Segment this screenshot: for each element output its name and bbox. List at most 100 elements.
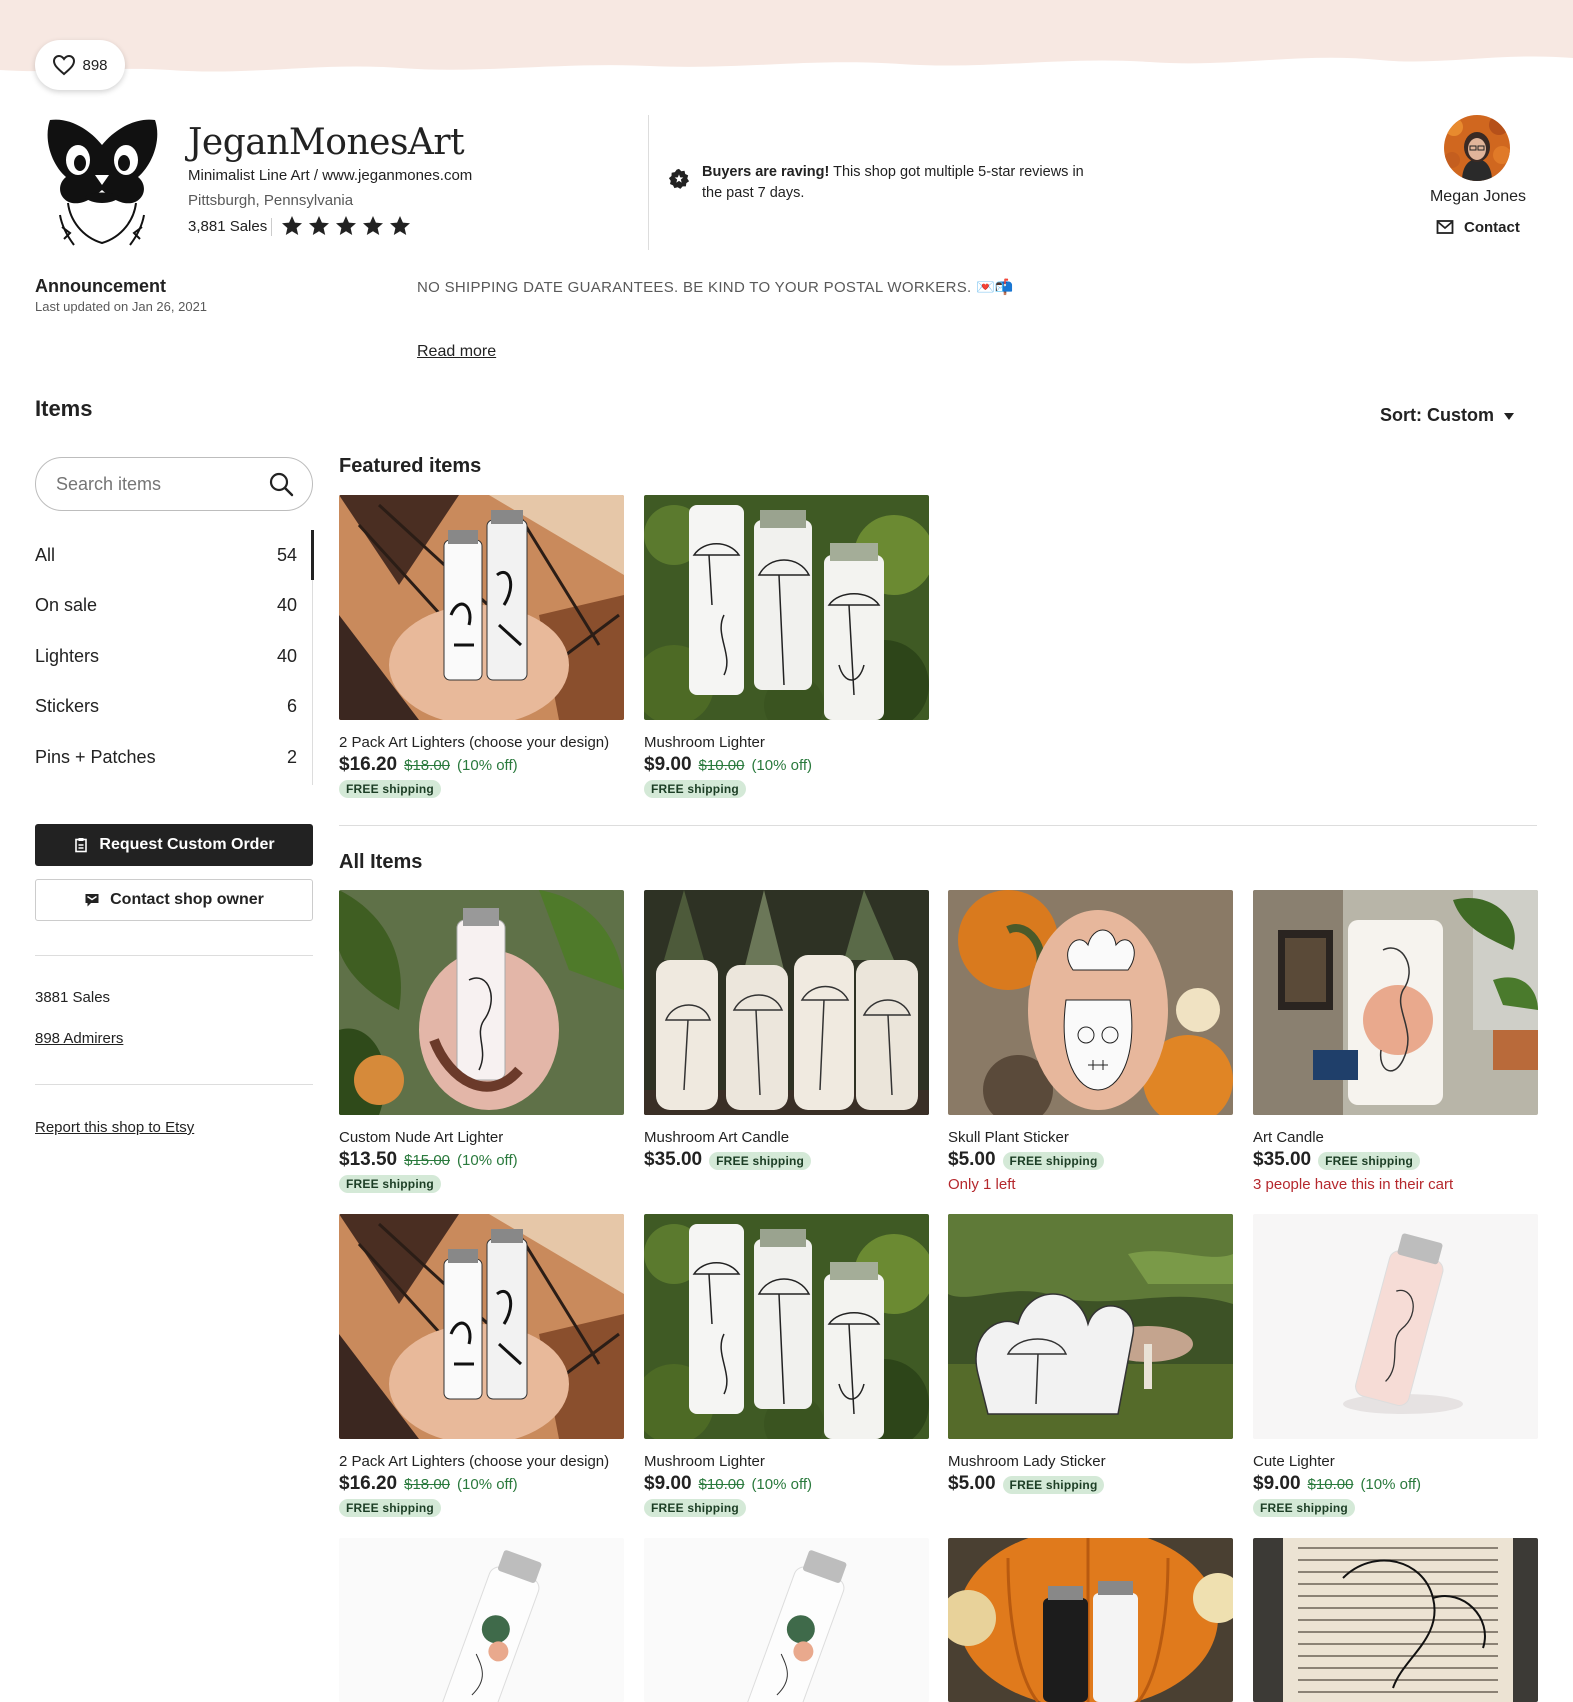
free-shipping-badge: FREE shipping <box>1253 1499 1355 1517</box>
product-title[interactable]: Art Candle <box>1253 1129 1538 1146</box>
heart-icon <box>53 54 76 76</box>
owner-name[interactable]: Megan Jones <box>1400 188 1556 206</box>
product-card[interactable]: Mushroom Art Candle $35.00 FREE shipping <box>644 890 929 1171</box>
product-card[interactable]: Art Candle $35.00 FREE shipping 3 people … <box>1253 890 1538 1193</box>
product-title[interactable]: Cute Lighter <box>1253 1453 1538 1470</box>
contact-label: Contact <box>1464 218 1520 236</box>
product-card[interactable]: Mushroom Lady Sticker $5.00 FREE shipping <box>948 1214 1233 1495</box>
original-price: $10.00 <box>698 1476 745 1493</box>
product-card[interactable] <box>1253 1538 1538 1702</box>
category-count: 40 <box>276 645 297 666</box>
product-title[interactable]: Custom Nude Art Lighter <box>339 1129 624 1146</box>
search-input[interactable] <box>56 473 246 495</box>
product-card[interactable]: Cute Lighter $9.00 $10.00 (10% off) FREE s… <box>1253 1214 1538 1517</box>
search-items-field[interactable] <box>35 457 313 511</box>
caret-down-icon <box>1504 413 1514 420</box>
price-row: $5.00 FREE shipping <box>948 1473 1233 1495</box>
featured-items-title: Featured items <box>339 455 482 477</box>
section-divider <box>339 825 1537 826</box>
original-price: $18.00 <box>404 757 451 774</box>
product-price: $9.00 <box>644 1473 692 1494</box>
product-image[interactable] <box>339 1214 624 1439</box>
product-card[interactable] <box>948 1538 1233 1702</box>
shop-location: Pittsburgh, Pennsylvania <box>188 192 354 209</box>
announcement-updated: Last updated on Jan 26, 2021 <box>35 299 208 314</box>
free-shipping-badge: FREE shipping <box>339 1499 441 1517</box>
product-image[interactable] <box>948 1214 1233 1439</box>
contact-shop-owner-button[interactable]: Contact shop owner <box>35 879 313 921</box>
category-label: On sale <box>35 595 98 616</box>
product-title[interactable]: Mushroom Lighter <box>644 1453 929 1470</box>
stock-note: Only 1 left <box>948 1176 1016 1193</box>
discount-percent: (10% off) <box>457 1476 518 1493</box>
product-image[interactable] <box>1253 1214 1538 1439</box>
category-count: 2 <box>286 746 297 767</box>
free-shipping-badge: FREE shipping <box>1002 1152 1105 1170</box>
star-icon <box>363 216 383 235</box>
product-card[interactable]: Skull Plant Sticker $5.00 FREE shipping O… <box>948 890 1233 1193</box>
product-title[interactable]: Mushroom Lady Sticker <box>948 1453 1233 1470</box>
category-pins-patches[interactable]: Pins + Patches 2 <box>35 732 313 783</box>
product-image[interactable] <box>1253 890 1538 1115</box>
category-all[interactable]: All 54 <box>35 530 313 581</box>
read-more-link[interactable]: Read more <box>417 343 496 361</box>
product-title[interactable]: 2 Pack Art Lighters (choose your design) <box>339 1453 624 1470</box>
product-title[interactable]: Mushroom Art Candle <box>644 1129 929 1146</box>
product-image[interactable] <box>339 890 624 1115</box>
product-image[interactable] <box>948 890 1233 1115</box>
clipboard-icon <box>75 838 88 853</box>
category-on-sale[interactable]: On sale 40 <box>35 581 313 632</box>
product-image[interactable] <box>1253 1538 1538 1702</box>
category-lighters[interactable]: Lighters 40 <box>35 631 313 682</box>
product-image[interactable] <box>644 890 929 1115</box>
category-stickers[interactable]: Stickers 6 <box>35 682 313 733</box>
product-card[interactable] <box>339 1538 624 1702</box>
product-price: $16.20 <box>339 1473 398 1494</box>
shop-sales-count: 3,881 Sales <box>188 218 268 235</box>
price-row: $16.20 $18.00 (10% off) <box>339 1473 624 1495</box>
product-image[interactable] <box>339 1538 624 1702</box>
request-custom-order-button[interactable]: Request Custom Order <box>35 824 313 866</box>
discount-percent: (10% off) <box>457 757 518 774</box>
shop-logo[interactable] <box>40 115 165 250</box>
product-title[interactable]: 2 Pack Art Lighters (choose your design) <box>339 734 624 751</box>
star-icon <box>309 216 329 235</box>
items-heading: Items <box>35 396 93 421</box>
product-card[interactable]: Mushroom Lighter $9.00 $10.00 (10% off) FR… <box>644 1214 929 1517</box>
sidebar-divider <box>35 1084 313 1085</box>
owner-avatar[interactable] <box>1444 115 1510 181</box>
favorite-shop-button[interactable]: 898 <box>35 40 125 90</box>
product-card[interactable]: 2 Pack Art Lighters (choose your design)… <box>339 1214 624 1517</box>
free-shipping-badge: FREE shipping <box>644 1499 746 1517</box>
product-image[interactable] <box>644 495 929 720</box>
product-image[interactable] <box>948 1538 1233 1702</box>
shop-rating-stars[interactable] <box>280 214 412 238</box>
sort-label: Sort: Custom <box>1380 405 1494 425</box>
header-divider <box>648 115 649 250</box>
request-custom-label: Request Custom Order <box>99 836 275 853</box>
sidebar-admirers-link[interactable]: 898 Admirers <box>35 1030 123 1047</box>
product-card[interactable]: 2 Pack Art Lighters (choose your design)… <box>339 495 624 798</box>
contact-owner-link[interactable]: Contact <box>1436 218 1520 236</box>
category-count: 54 <box>276 544 297 565</box>
category-track <box>312 580 313 785</box>
product-card[interactable] <box>644 1538 929 1702</box>
product-title[interactable]: Mushroom Lighter <box>644 734 929 751</box>
product-card[interactable]: Custom Nude Art Lighter $13.50 $15.00 (10%… <box>339 890 624 1193</box>
sort-dropdown[interactable]: Sort: Custom <box>1380 405 1514 426</box>
original-price: $18.00 <box>404 1476 451 1493</box>
price-row: $9.00 $10.00 (10% off) <box>644 754 929 776</box>
mail-icon <box>1436 220 1454 234</box>
product-image[interactable] <box>644 1538 929 1702</box>
discount-percent: (10% off) <box>457 1152 518 1169</box>
product-title[interactable]: Skull Plant Sticker <box>948 1129 1233 1146</box>
price-row: $13.50 $15.00 (10% off) <box>339 1149 624 1171</box>
favorite-count: 898 <box>82 56 108 74</box>
report-shop-link[interactable]: Report this shop to Etsy <box>35 1119 194 1136</box>
search-icon[interactable] <box>268 471 294 497</box>
free-shipping-badge: FREE shipping <box>1318 1152 1421 1170</box>
product-image[interactable] <box>644 1214 929 1439</box>
price-row: $35.00 FREE shipping <box>1253 1149 1538 1171</box>
product-card[interactable]: Mushroom Lighter $9.00 $10.00 (10% off) FR… <box>644 495 929 798</box>
product-image[interactable] <box>339 495 624 720</box>
